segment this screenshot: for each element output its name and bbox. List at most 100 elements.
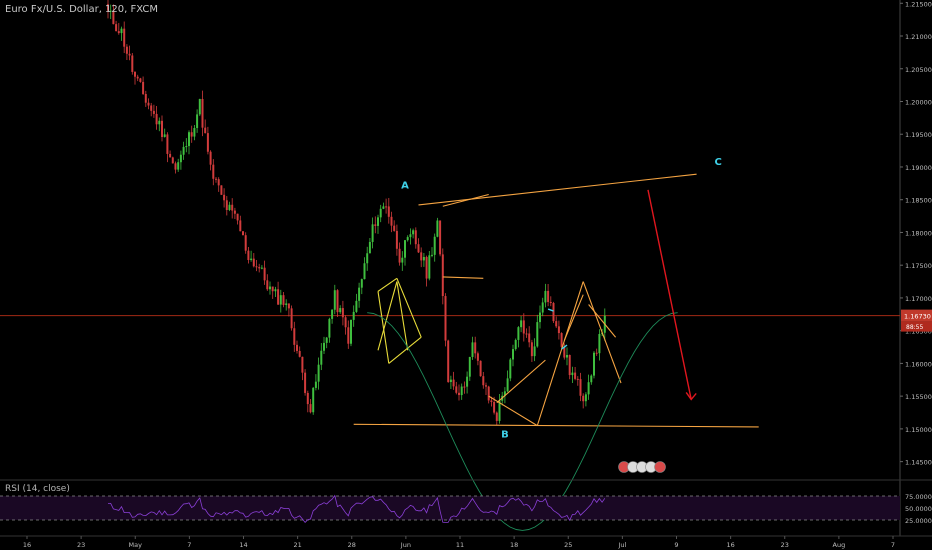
price-tick-label: 1.17000 bbox=[905, 295, 932, 303]
candle-body bbox=[115, 24, 118, 32]
candle-body bbox=[420, 252, 423, 261]
candle-body bbox=[479, 360, 482, 377]
candle-body bbox=[409, 234, 412, 238]
candle-body bbox=[493, 402, 496, 413]
candle-body bbox=[293, 328, 296, 345]
candle-body bbox=[530, 342, 533, 357]
candle-body bbox=[468, 356, 471, 377]
candle-body bbox=[120, 28, 123, 34]
candle-body bbox=[242, 231, 244, 236]
candle-body bbox=[482, 376, 485, 386]
candle-body bbox=[458, 392, 460, 396]
candle-body bbox=[406, 237, 409, 241]
candle-body bbox=[506, 378, 509, 392]
candle-body bbox=[236, 213, 239, 221]
candle-body bbox=[220, 185, 223, 195]
candle-body bbox=[166, 134, 169, 154]
candle-body bbox=[452, 379, 455, 387]
candle-body bbox=[231, 204, 234, 211]
time-tick-label: 18 bbox=[510, 541, 518, 549]
price-tag-label: 1.16730 bbox=[904, 313, 931, 321]
price-tick-label: 1.20000 bbox=[905, 98, 932, 106]
projection-line bbox=[647, 189, 692, 400]
price-tick-label: 1.15500 bbox=[905, 393, 932, 401]
candle-body bbox=[317, 364, 320, 382]
candle-body bbox=[385, 206, 388, 208]
candle-body bbox=[555, 321, 558, 327]
time-tick-label: 23 bbox=[781, 541, 789, 549]
price-tick-label: 1.18500 bbox=[905, 197, 932, 205]
time-tick-label: 11 bbox=[456, 541, 464, 549]
candle-body bbox=[269, 286, 271, 290]
candle-body bbox=[398, 248, 401, 263]
candle-body bbox=[209, 151, 212, 165]
candle-body bbox=[422, 256, 425, 261]
candle-body bbox=[161, 120, 163, 137]
candle-body bbox=[144, 93, 147, 103]
time-tick-label: 21 bbox=[293, 541, 301, 549]
candle-body bbox=[366, 253, 369, 264]
candle-body bbox=[328, 318, 331, 338]
candle-body bbox=[350, 319, 352, 344]
candle-body bbox=[333, 290, 336, 310]
candle-body bbox=[360, 279, 363, 288]
candle-body bbox=[285, 303, 288, 305]
candle-body bbox=[228, 204, 231, 211]
candle-body bbox=[298, 350, 301, 357]
price-tick-label: 1.17500 bbox=[905, 262, 932, 270]
candle-body bbox=[142, 81, 145, 94]
candle-body bbox=[460, 386, 463, 396]
candle-body bbox=[198, 99, 201, 115]
candle-body bbox=[339, 308, 342, 313]
rsi-title: RSI (14, close) bbox=[5, 484, 70, 494]
candle-body bbox=[449, 379, 452, 383]
candle-body bbox=[579, 379, 582, 396]
candle-body bbox=[584, 394, 587, 402]
candle-body bbox=[260, 267, 263, 269]
price-tick-label: 1.18000 bbox=[905, 229, 932, 237]
candle-body bbox=[593, 352, 595, 376]
wave-label-a: A bbox=[401, 181, 409, 192]
candle-body bbox=[182, 146, 185, 155]
candle-body bbox=[163, 134, 166, 137]
wave-label-c: C bbox=[715, 157, 722, 168]
price-tick-label: 1.19500 bbox=[905, 131, 932, 139]
time-tick-label: 16 bbox=[23, 541, 31, 549]
candle-body bbox=[201, 99, 204, 128]
time-tick-label: 25 bbox=[564, 541, 572, 549]
candle-body bbox=[320, 350, 323, 365]
time-tick-label: Jun bbox=[400, 541, 411, 549]
candle-body bbox=[439, 220, 442, 255]
candle-body bbox=[204, 127, 207, 134]
time-tick-label: 14 bbox=[239, 541, 247, 549]
candle-body bbox=[595, 352, 598, 354]
price-chart[interactable]: 1.21500 1.21000 1.20500 1.20000 1.19500 1.190… bbox=[0, 0, 932, 550]
price-tick-label: 1.16000 bbox=[905, 360, 932, 368]
flag-bottom-line bbox=[442, 276, 484, 279]
price-tick-label: 1.15000 bbox=[905, 426, 932, 434]
candle-body bbox=[571, 372, 574, 376]
candle-body bbox=[598, 333, 601, 354]
candle-body bbox=[428, 255, 431, 279]
candle-body bbox=[528, 333, 531, 343]
rsi-tick-label: 50.0000 bbox=[905, 505, 932, 513]
candle-body bbox=[331, 309, 334, 319]
candle-body bbox=[252, 258, 255, 267]
candle-body bbox=[271, 286, 274, 292]
candle-body bbox=[312, 387, 315, 413]
candle-body bbox=[476, 353, 479, 361]
time-tick-label: Jul bbox=[617, 541, 626, 549]
event-icon bbox=[654, 461, 666, 473]
candle-body bbox=[566, 354, 568, 358]
candle-body bbox=[250, 258, 253, 261]
candle-body bbox=[125, 46, 128, 54]
candle-body bbox=[557, 326, 560, 334]
candle-body bbox=[347, 327, 350, 344]
candle-body bbox=[196, 114, 199, 129]
candle-body bbox=[371, 224, 374, 242]
candle-body bbox=[247, 250, 250, 261]
candle-body bbox=[474, 342, 477, 354]
candle-body bbox=[185, 146, 188, 148]
candle-body bbox=[490, 400, 493, 403]
candle-body bbox=[487, 386, 490, 401]
